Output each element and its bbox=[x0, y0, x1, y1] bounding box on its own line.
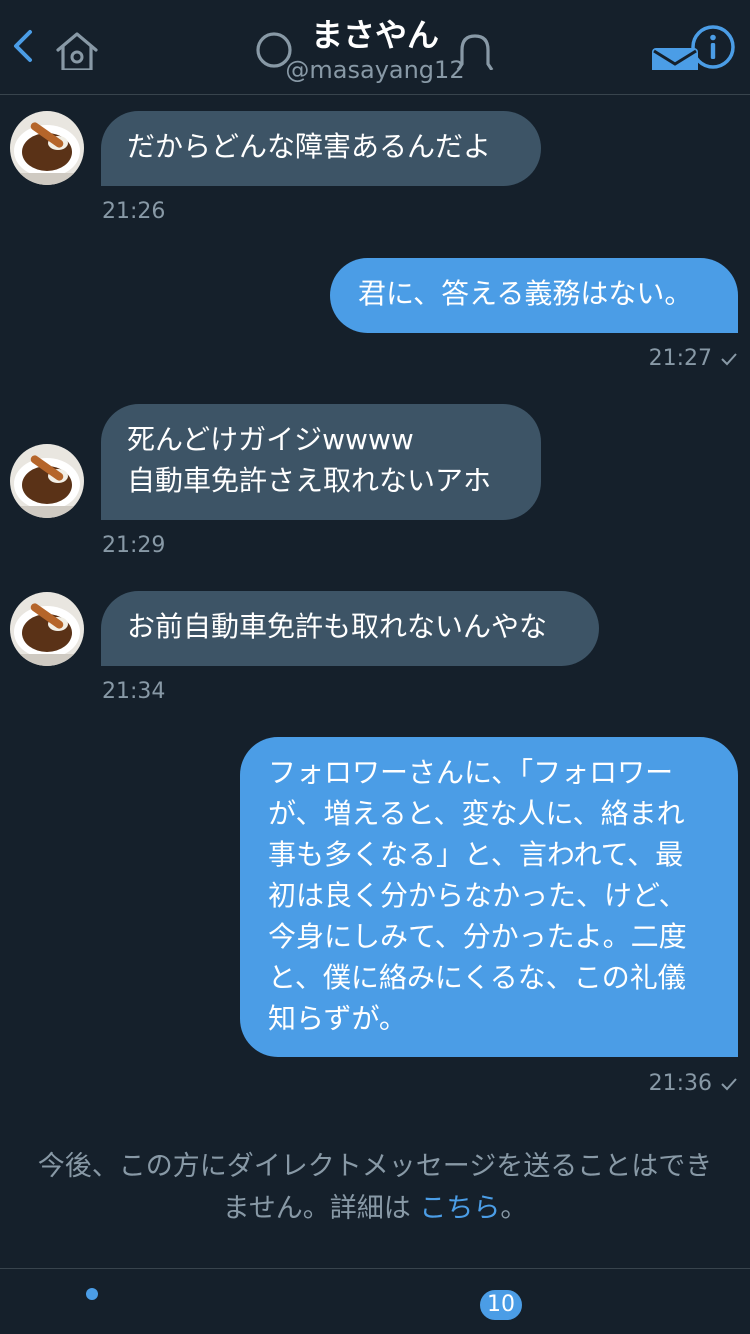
conversation-title: まさやん bbox=[310, 16, 439, 54]
learn-more-link[interactable]: こちら bbox=[419, 1193, 500, 1224]
message-timestamp: 21:27 bbox=[648, 346, 712, 371]
dm-restricted-notice: 今後、この方にダイレクトメッセージを送ることはでき ません。詳細は こちら。 bbox=[0, 1146, 750, 1230]
curry-avatar-image bbox=[10, 111, 84, 185]
message-timestamp-row: 21:36 bbox=[600, 1071, 738, 1096]
bell-icon bbox=[456, 34, 494, 71]
message-bubble-outgoing[interactable]: 君に、答える義務はない。 bbox=[330, 258, 738, 333]
dm-conversation-screen: まさやん @masayang12 だからどんな障害あるんだよ 21:26 君に、… bbox=[0, 0, 750, 1334]
check-icon bbox=[721, 1078, 737, 1091]
notice-line-2: ません。詳細は こちら。 bbox=[0, 1188, 750, 1230]
message-bubble-incoming[interactable]: お前自動車免許も取れないんやな bbox=[101, 591, 599, 666]
notifications-count-badge: 10 bbox=[478, 1288, 524, 1322]
curry-avatar-image bbox=[10, 444, 84, 518]
tab-messages[interactable] bbox=[648, 26, 702, 78]
conversation-handle: @masayang12 bbox=[285, 56, 465, 84]
sender-avatar[interactable] bbox=[10, 592, 84, 666]
notice-line-1: 今後、この方にダイレクトメッセージを送ることはでき bbox=[37, 1151, 713, 1182]
tab-home[interactable] bbox=[50, 26, 104, 72]
curry-avatar-image bbox=[10, 592, 84, 666]
check-icon bbox=[721, 353, 737, 366]
message-timestamp: 21:26 bbox=[102, 199, 166, 224]
home-new-dot bbox=[86, 1288, 98, 1300]
bottom-tab-bar bbox=[0, 1268, 750, 1334]
message-timestamp-row: 21:27 bbox=[600, 346, 738, 371]
sender-avatar[interactable] bbox=[10, 444, 84, 518]
message-bubble-incoming[interactable]: 死んどけガイジwwww 自動車免許さえ取れないアホ bbox=[101, 404, 541, 520]
message-timestamp: 21:29 bbox=[102, 533, 166, 558]
message-timestamp: 21:34 bbox=[102, 679, 166, 704]
notice-text-suffix: 。 bbox=[500, 1193, 528, 1224]
message-bubble-outgoing[interactable]: フォロワーさんに、「フォロワー が、増えると、変な人に、絡まれ 事も多くなる」と… bbox=[240, 737, 738, 1057]
mail-icon bbox=[652, 48, 698, 78]
message-timestamp: 21:36 bbox=[648, 1071, 712, 1096]
sender-avatar[interactable] bbox=[10, 111, 84, 185]
home-icon bbox=[56, 32, 98, 72]
tab-search[interactable] bbox=[248, 26, 302, 70]
search-icon bbox=[256, 32, 292, 68]
notice-text: ません。詳細は bbox=[222, 1193, 420, 1224]
conversation-header: まさやん @masayang12 bbox=[0, 0, 750, 95]
message-bubble-incoming[interactable]: だからどんな障害あるんだよ bbox=[101, 111, 541, 186]
tab-notifications[interactable] bbox=[448, 26, 502, 71]
